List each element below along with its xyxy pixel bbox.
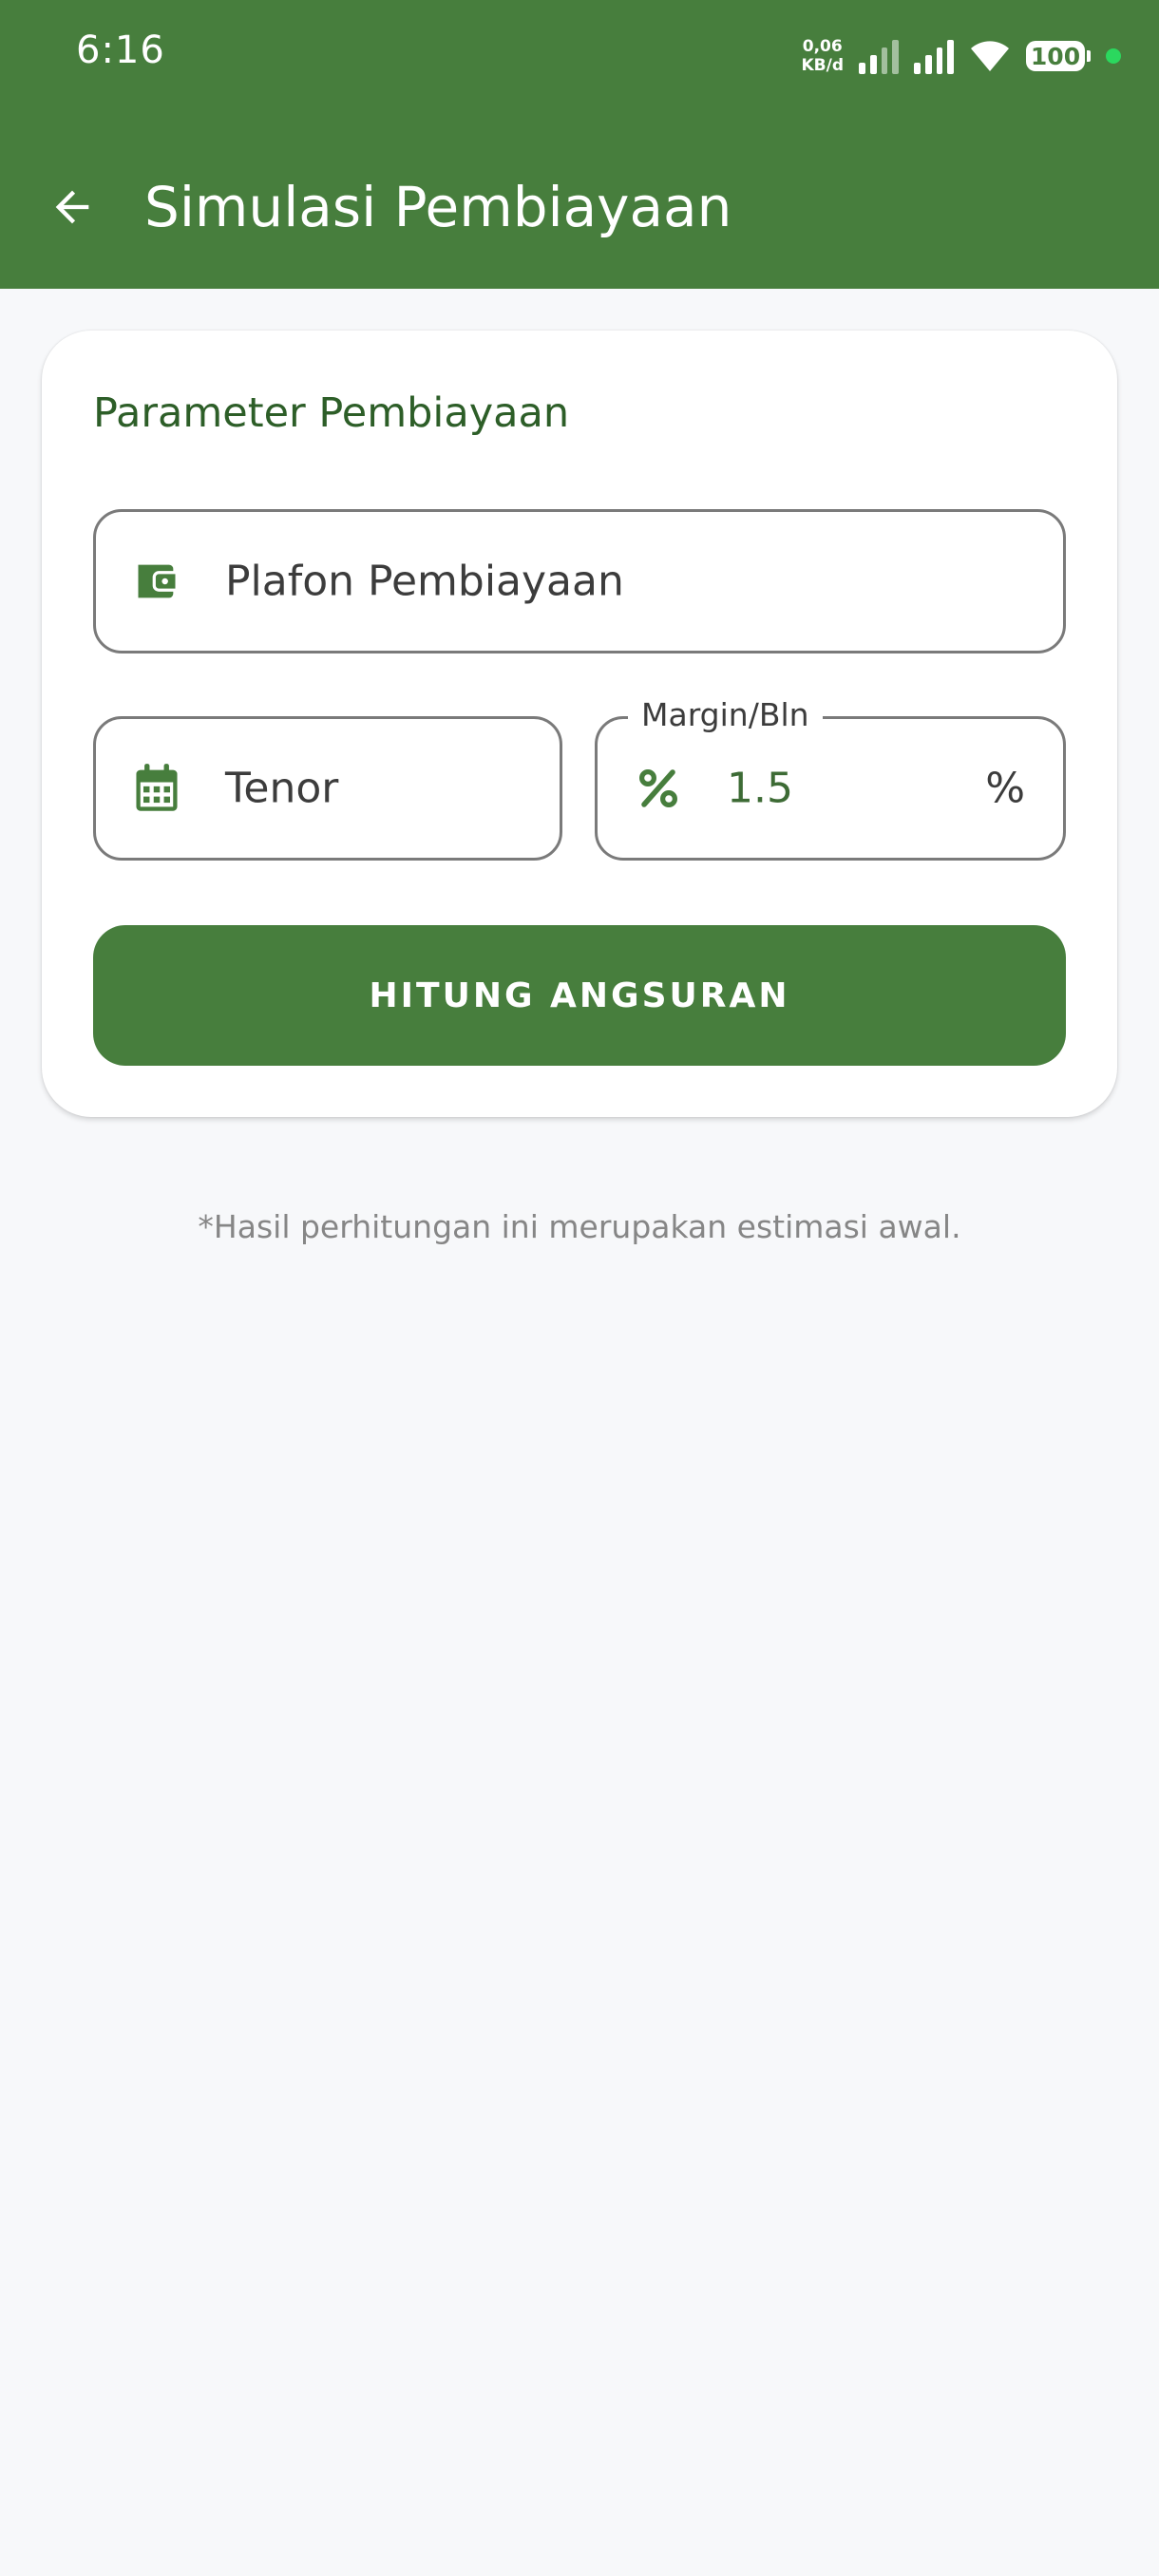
parameter-card: Parameter Pembiayaan Plafon Pembiayaan T…: [42, 331, 1117, 1117]
percent-icon: [632, 762, 685, 815]
signal-2-icon: [914, 38, 954, 74]
disclaimer-text: *Hasil perhitungan ini merupakan estimas…: [198, 1208, 961, 1245]
arrow-back-icon: [55, 190, 89, 224]
page-title: Simulasi Pembiayaan: [144, 175, 732, 239]
net-speed-unit: KB/d: [801, 56, 844, 75]
battery-icon: 100: [1026, 41, 1091, 71]
margin-suffix: %: [985, 764, 1025, 813]
privacy-dot-icon: [1106, 48, 1121, 64]
wallet-icon: [130, 555, 183, 608]
plafon-placeholder: Plafon Pembiayaan: [225, 557, 624, 606]
battery-level: 100: [1026, 41, 1085, 71]
app-bar: 6:16 0,06 KB/d 100 Simulasi Pembiayaan: [0, 0, 1159, 289]
hitung-angsuran-button[interactable]: HITUNG ANGSURAN: [93, 925, 1066, 1066]
net-speed-value: 0,06: [802, 37, 843, 56]
signal-1-icon: [859, 38, 899, 74]
net-speed: 0,06 KB/d: [801, 37, 844, 75]
margin-label: Margin/Bln: [628, 694, 823, 736]
wifi-icon: [971, 41, 1009, 71]
margin-value: 1.5: [727, 764, 793, 813]
tenor-placeholder: Tenor: [225, 764, 339, 813]
margin-input[interactable]: Margin/Bln 1.5 %: [595, 694, 1066, 861]
back-button[interactable]: [36, 171, 108, 243]
status-time: 6:16: [76, 28, 165, 72]
card-title: Parameter Pembiayaan: [93, 389, 570, 437]
plafon-input[interactable]: Plafon Pembiayaan: [93, 509, 1066, 653]
status-icons: 0,06 KB/d 100: [801, 30, 1121, 82]
calendar-icon: [130, 762, 183, 815]
tenor-input[interactable]: Tenor: [93, 716, 562, 861]
